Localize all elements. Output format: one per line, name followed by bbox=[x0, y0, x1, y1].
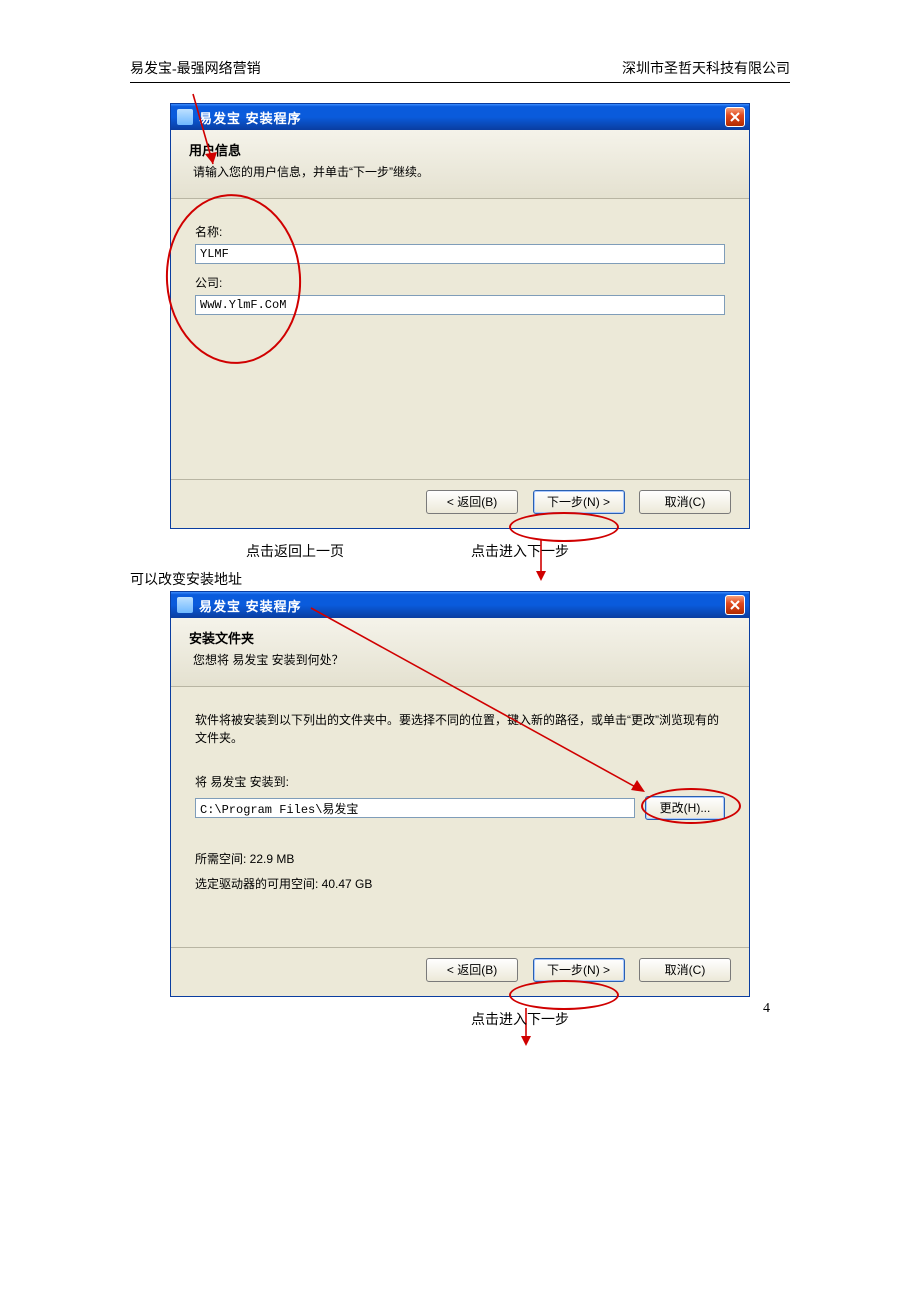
annotation-back-hint: 点击返回上一页 bbox=[170, 541, 420, 561]
company-field[interactable] bbox=[195, 295, 725, 315]
back-button[interactable]: < 返回(B) bbox=[426, 490, 518, 514]
cancel-button[interactable]: 取消(C) bbox=[639, 958, 731, 982]
window-title: 易发宝 安装程序 bbox=[199, 596, 302, 615]
close-icon bbox=[730, 112, 740, 122]
annotation-change-addr: 可以改变安装地址 bbox=[130, 569, 750, 589]
wizard-header: 安装文件夹 您想将 易发宝 安装到何处？ bbox=[171, 618, 749, 687]
company-label: 公司: bbox=[195, 274, 725, 291]
body-text: 软件将被安装到以下列出的文件夹中。要选择不同的位置，键入新的路径，或单击“更改”… bbox=[195, 711, 725, 747]
wizard-body: 名称: 公司: bbox=[171, 199, 749, 479]
space-available: 选定驱动器的可用空间: 40.47 GB bbox=[195, 875, 725, 892]
name-field[interactable] bbox=[195, 244, 725, 264]
name-label: 名称: bbox=[195, 223, 725, 240]
wizard-body: 软件将被安装到以下列出的文件夹中。要选择不同的位置，键入新的路径，或单击“更改”… bbox=[171, 687, 749, 947]
annotation-next-hint-2: 点击进入下一步 bbox=[290, 1009, 750, 1029]
wizard-header-title: 用户信息 bbox=[189, 140, 731, 159]
wizard-header-sub: 您想将 易发宝 安装到何处？ bbox=[193, 651, 731, 668]
app-icon bbox=[177, 109, 193, 125]
page-number: 4 bbox=[763, 1001, 770, 1017]
next-button[interactable]: 下一步(N) > bbox=[533, 958, 625, 982]
doc-header-left: 易发宝-最强网络营销 bbox=[130, 58, 261, 78]
close-button[interactable] bbox=[725, 595, 745, 615]
doc-header-right: 深圳市圣哲天科技有限公司 bbox=[622, 58, 790, 78]
close-icon bbox=[730, 600, 740, 610]
wizard-header: 用户信息 请输入您的用户信息，并单击“下一步”继续。 bbox=[171, 130, 749, 199]
install-to-label: 将 易发宝 安装到: bbox=[195, 773, 725, 790]
installer-window-2: 易发宝 安装程序 安装文件夹 您想将 易发宝 安装到何处？ 软件将被安装到以下列… bbox=[170, 591, 750, 997]
app-icon bbox=[177, 597, 193, 613]
window-title: 易发宝 安装程序 bbox=[199, 108, 302, 127]
titlebar: 易发宝 安装程序 bbox=[171, 104, 749, 130]
cancel-button[interactable]: 取消(C) bbox=[639, 490, 731, 514]
annotation-next-hint: 点击进入下一步 bbox=[420, 541, 620, 561]
close-button[interactable] bbox=[725, 107, 745, 127]
button-row: < 返回(B) 下一步(N) > 取消(C) bbox=[171, 479, 749, 528]
space-required: 所需空间: 22.9 MB bbox=[195, 850, 725, 867]
installer-window-1: 易发宝 安装程序 用户信息 请输入您的用户信息，并单击“下一步”继续。 名称: … bbox=[170, 103, 750, 529]
next-button[interactable]: 下一步(N) > bbox=[533, 490, 625, 514]
button-row: < 返回(B) 下一步(N) > 取消(C) bbox=[171, 947, 749, 996]
change-button[interactable]: 更改(H)... bbox=[645, 796, 725, 820]
wizard-header-sub: 请输入您的用户信息，并单击“下一步”继续。 bbox=[193, 163, 731, 180]
back-button[interactable]: < 返回(B) bbox=[426, 958, 518, 982]
titlebar: 易发宝 安装程序 bbox=[171, 592, 749, 618]
install-path-field[interactable] bbox=[195, 798, 635, 818]
wizard-header-title: 安装文件夹 bbox=[189, 628, 731, 647]
